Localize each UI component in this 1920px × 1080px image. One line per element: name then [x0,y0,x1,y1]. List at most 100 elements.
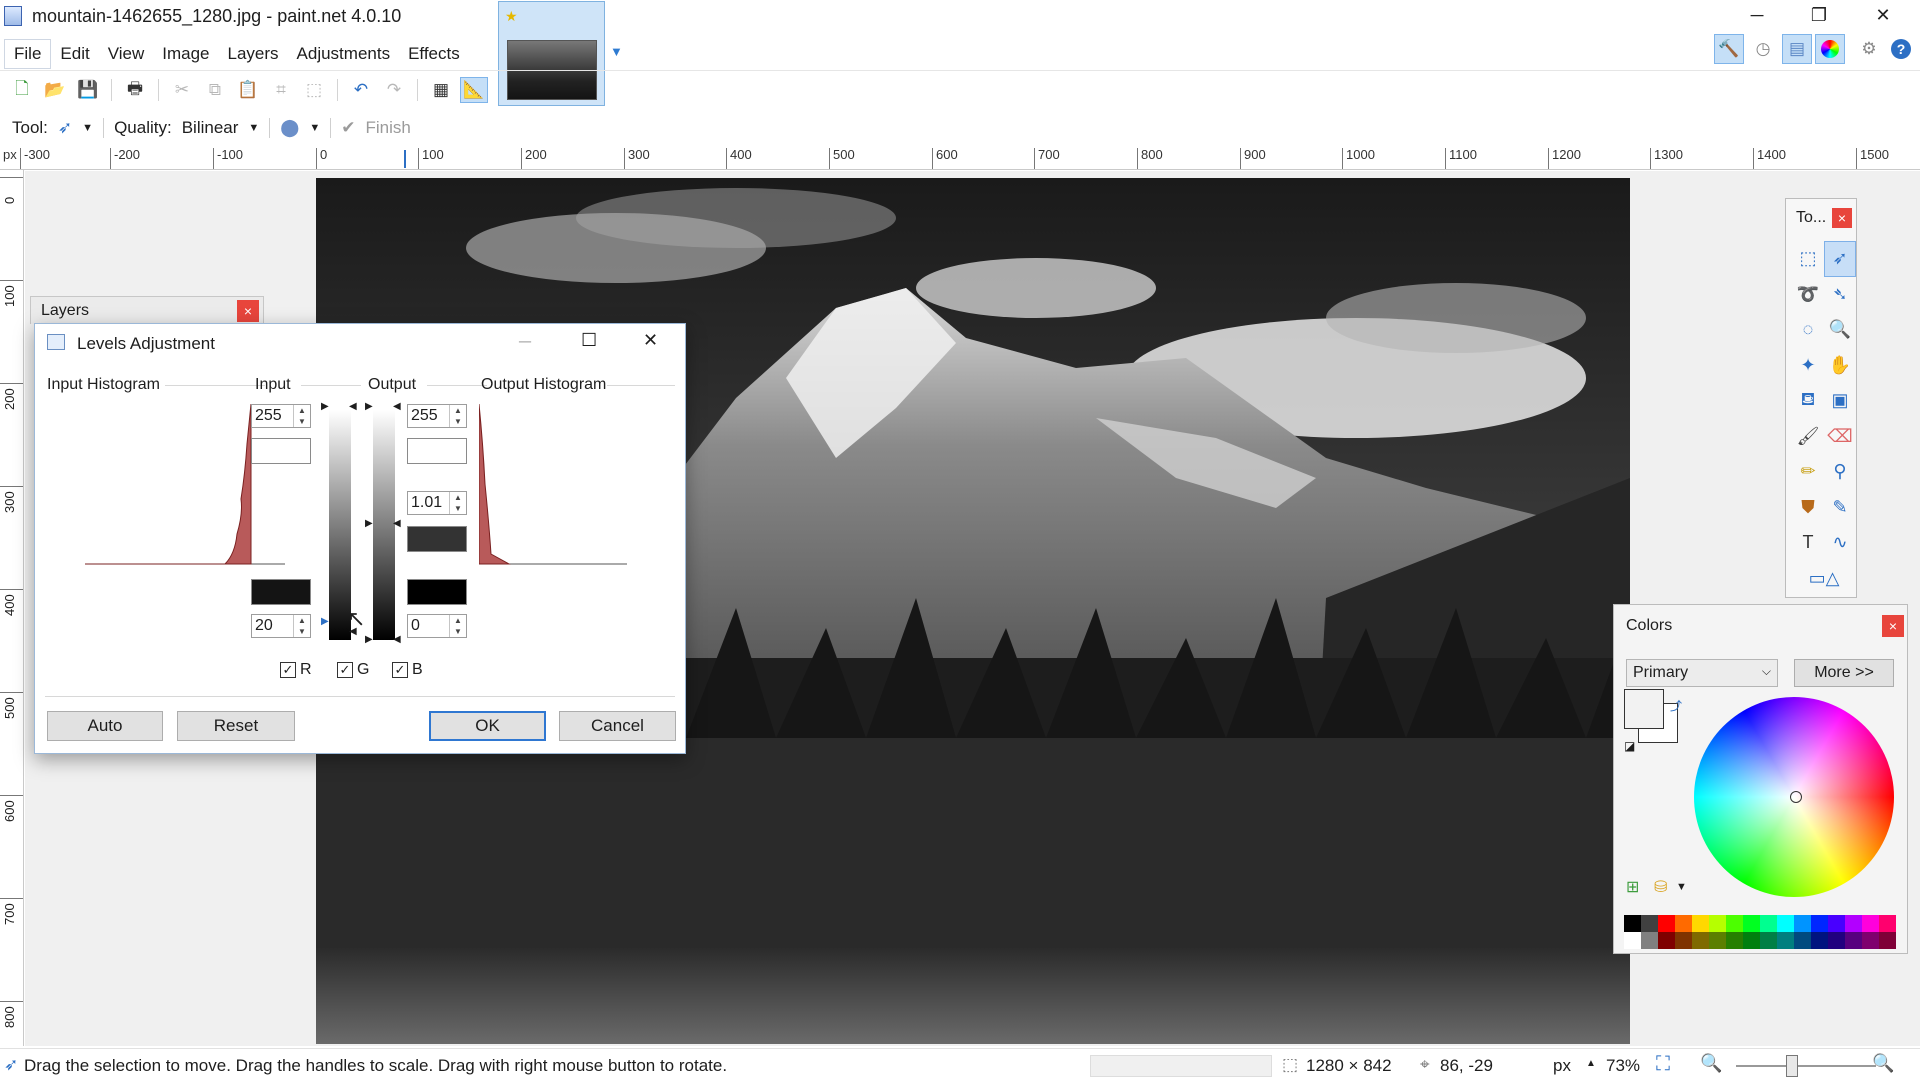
zoom-icon[interactable]: 🔍 [1824,312,1856,348]
zoom-in-icon[interactable]: 🔍 [1872,1053,1894,1074]
output-gradient-slider[interactable] [373,410,395,640]
crop-icon[interactable]: ⌗ [267,77,295,103]
checkmark-icon[interactable]: ✓ [392,662,408,678]
palette-swatch[interactable] [1828,915,1845,932]
paste-icon[interactable]: 📋 [234,77,262,103]
palette-swatch[interactable] [1658,932,1675,949]
palette-swatch[interactable] [1811,932,1828,949]
primary-color-swatch[interactable] [1624,689,1664,729]
tool-dropdown-icon[interactable]: ▼ [82,122,93,134]
quality-dropdown-icon[interactable]: ▼ [248,122,259,134]
history-window-toggle-icon[interactable]: ◷ [1748,34,1778,64]
text-icon[interactable]: T [1792,525,1824,561]
channel-r-checkbox[interactable]: ✓ R [280,661,312,679]
auto-button[interactable]: Auto [47,711,163,741]
zoom-to-window-icon[interactable]: ⛶ [1656,1053,1670,1076]
selection-mode-dropdown-icon[interactable]: ▼ [309,122,320,134]
output-gamma-left-arrow-icon[interactable]: ▶ [365,518,373,529]
move-selection-tool-icon[interactable]: ➶ [58,118,72,138]
zoom-out-icon[interactable]: 🔍 [1700,1053,1722,1074]
input-high-right-arrow-icon[interactable]: ◀ [349,401,357,412]
spinner-arrows-icon[interactable]: ▲ ▼ [293,615,310,637]
gradient-icon[interactable]: ▣ [1824,383,1856,419]
finish-button[interactable]: Finish [365,118,410,138]
output-low-left-arrow-icon[interactable]: ▶ [365,634,373,645]
reset-colors-icon[interactable]: ◪ [1624,739,1635,753]
palette-swatch[interactable] [1862,932,1879,949]
menu-file[interactable]: File [4,39,52,69]
palette-swatch[interactable] [1760,915,1777,932]
paintbrush-icon[interactable]: 🖌 [1792,419,1824,455]
menu-layers[interactable]: Layers [219,40,288,68]
eraser-icon[interactable]: ⌫ [1824,419,1856,455]
ruler-icon[interactable]: 📐 [460,77,488,103]
menu-adjustments[interactable]: Adjustments [288,40,400,68]
cancel-button[interactable]: Cancel [559,711,676,741]
cut-icon[interactable]: ✂ [168,77,196,103]
palette-swatch[interactable] [1794,932,1811,949]
spinner-arrows-icon[interactable]: ▲ ▼ [449,615,466,637]
palette-swatch[interactable] [1811,915,1828,932]
move-selected-icon[interactable]: ➴ [1824,277,1856,313]
lasso-select-icon[interactable]: ➰ [1792,277,1824,313]
selection-mode-icon[interactable]: ⬤ [280,118,299,138]
output-high-left-arrow-icon[interactable]: ▶ [365,401,373,412]
clone-stamp-icon[interactable]: ⛊ [1792,490,1824,526]
output-high-color-swatch[interactable] [407,438,467,464]
input-low-color-swatch[interactable] [251,579,311,605]
palette-swatch[interactable] [1726,915,1743,932]
ok-button[interactable]: OK [429,711,546,741]
palette-menu-icon[interactable]: ⛁ [1654,877,1667,897]
input-high-color-swatch[interactable] [251,438,311,464]
ellipse-select-icon[interactable]: ◌ [1792,312,1824,348]
deselect-icon[interactable]: ⬚ [300,77,328,103]
add-palette-icon[interactable]: ⊞ [1626,877,1639,897]
menu-view[interactable]: View [99,40,154,68]
colors-close-icon[interactable]: × [1882,615,1904,637]
units-up-icon[interactable]: ▲ [1586,1058,1596,1069]
quality-select[interactable]: Bilinear [182,118,239,138]
units-select[interactable]: px [1553,1056,1571,1076]
palette-swatch[interactable] [1624,915,1641,932]
menu-image[interactable]: Image [153,40,218,68]
pencil-icon[interactable]: ✏ [1792,454,1824,490]
copy-icon[interactable]: ⧉ [201,77,229,103]
redo-icon[interactable]: ↷ [380,77,408,103]
document-thumbnail-tab[interactable]: ★ [498,1,605,106]
undo-icon[interactable]: ↶ [347,77,375,103]
output-high-spinner[interactable]: 255 ▲ ▼ [407,404,467,428]
spinner-arrows-icon[interactable]: ▲ ▼ [449,492,466,514]
palette-swatch[interactable] [1879,915,1896,932]
swap-colors-icon[interactable]: ⤴ [1670,697,1682,714]
palette-swatch[interactable] [1675,932,1692,949]
pan-icon[interactable]: ✋ [1824,348,1856,384]
palette-swatch[interactable] [1743,932,1760,949]
recolor-icon[interactable]: ✎ [1824,490,1856,526]
checkmark-icon[interactable]: ✓ [280,662,296,678]
shapes-icon[interactable]: ▭△ [1792,561,1856,597]
save-icon[interactable]: 💾 [74,77,102,103]
reset-button[interactable]: Reset [177,711,295,741]
print-icon[interactable]: 🖶 [121,77,149,103]
palette-swatch[interactable] [1777,915,1794,932]
output-low-spinner[interactable]: 0 ▲ ▼ [407,614,467,638]
palette-swatch[interactable] [1624,932,1641,949]
palette-swatch[interactable] [1879,932,1896,949]
new-icon[interactable]: 🗋 [8,77,36,103]
palette-swatch[interactable] [1845,915,1862,932]
palette-swatch[interactable] [1862,915,1879,932]
input-low-left-arrow-icon[interactable]: ▶ [321,616,329,627]
open-icon[interactable]: 📂 [41,77,69,103]
palette-swatch[interactable] [1760,932,1777,949]
output-low-right-arrow-icon[interactable]: ◀ [393,634,401,645]
channel-g-checkbox[interactable]: ✓ G [337,661,369,679]
maximize-button[interactable]: ❐ [1790,0,1848,30]
zoom-slider-thumb[interactable] [1786,1055,1798,1077]
paint-bucket-icon[interactable]: ⛾ [1792,383,1824,419]
input-high-spinner[interactable]: 255 ▲ ▼ [251,404,311,428]
output-low-color-swatch[interactable] [407,579,467,605]
dialog-maximize-icon[interactable]: ☐ [581,330,597,351]
magic-wand-icon[interactable]: ✦ [1792,348,1824,384]
palette-swatch[interactable] [1658,915,1675,932]
palette-swatch[interactable] [1675,915,1692,932]
